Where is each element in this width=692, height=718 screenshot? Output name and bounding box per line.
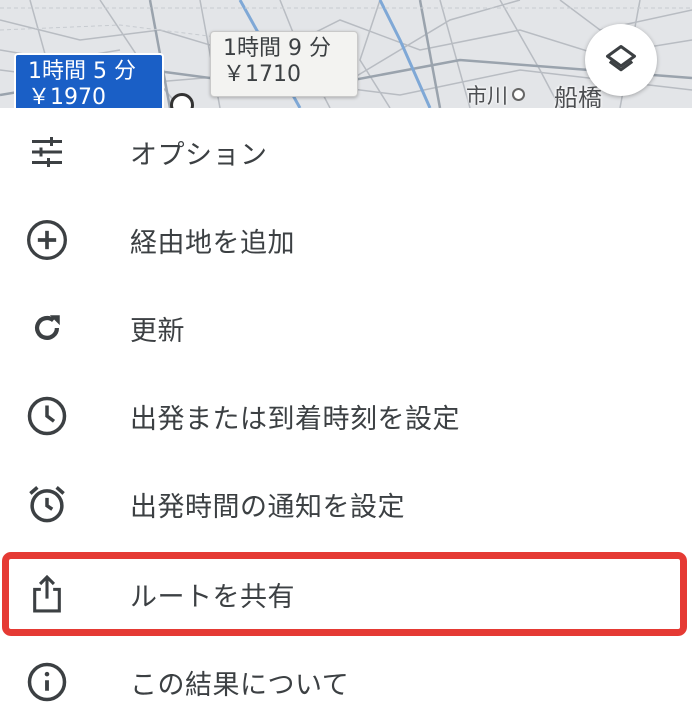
layers-button[interactable] — [585, 24, 657, 96]
tune-icon — [23, 128, 71, 176]
screen: 1時間 5 分 ￥1970 1時間 9 分 ￥1710 市川 船橋 オプション … — [0, 0, 692, 718]
layers-icon — [606, 45, 636, 72]
alarm-icon — [23, 480, 71, 528]
menu-item-options[interactable]: オプション — [0, 108, 692, 196]
route-options-menu: オプション 経由地を追加 更新 出発または到着時刻を設定 出発時間の通知を設定 … — [0, 108, 692, 718]
menu-item-label: 更新 — [130, 315, 185, 347]
menu-item-label: 出発時間の通知を設定 — [130, 491, 405, 523]
menu-item-departure-alarm[interactable]: 出発時間の通知を設定 — [0, 460, 692, 548]
menu-item-add-stop[interactable]: 経由地を追加 — [0, 196, 692, 284]
menu-item-label: オプション — [130, 139, 268, 171]
highlight-annotation — [2, 552, 687, 636]
menu-item-refresh[interactable]: 更新 — [0, 284, 692, 372]
add-circle-icon — [23, 216, 71, 264]
menu-item-label: 経由地を追加 — [130, 227, 295, 259]
route-alt-fare: ￥1710 — [223, 61, 301, 87]
refresh-icon — [23, 304, 71, 352]
menu-item-label: 出発または到着時刻を設定 — [130, 403, 460, 435]
info-icon — [23, 658, 71, 706]
route-primary-duration: 1時間 5 分 — [28, 59, 136, 84]
menu-item-about-results[interactable]: この結果について — [0, 638, 692, 718]
menu-item-set-time[interactable]: 出発または到着時刻を設定 — [0, 372, 692, 460]
route-label-alt[interactable]: 1時間 9 分 ￥1710 — [210, 31, 358, 97]
route-primary-fare: ￥1970 — [28, 84, 106, 108]
place-label-ichikawa: 市川 — [466, 84, 508, 108]
route-alt-duration: 1時間 9 分 — [223, 36, 331, 61]
map-view[interactable]: 1時間 5 分 ￥1970 1時間 9 分 ￥1710 市川 船橋 — [0, 0, 692, 108]
route-label-primary[interactable]: 1時間 5 分 ￥1970 — [14, 53, 164, 108]
station-dot — [512, 88, 525, 101]
clock-icon — [23, 392, 71, 440]
menu-item-label: この結果について — [130, 669, 350, 701]
